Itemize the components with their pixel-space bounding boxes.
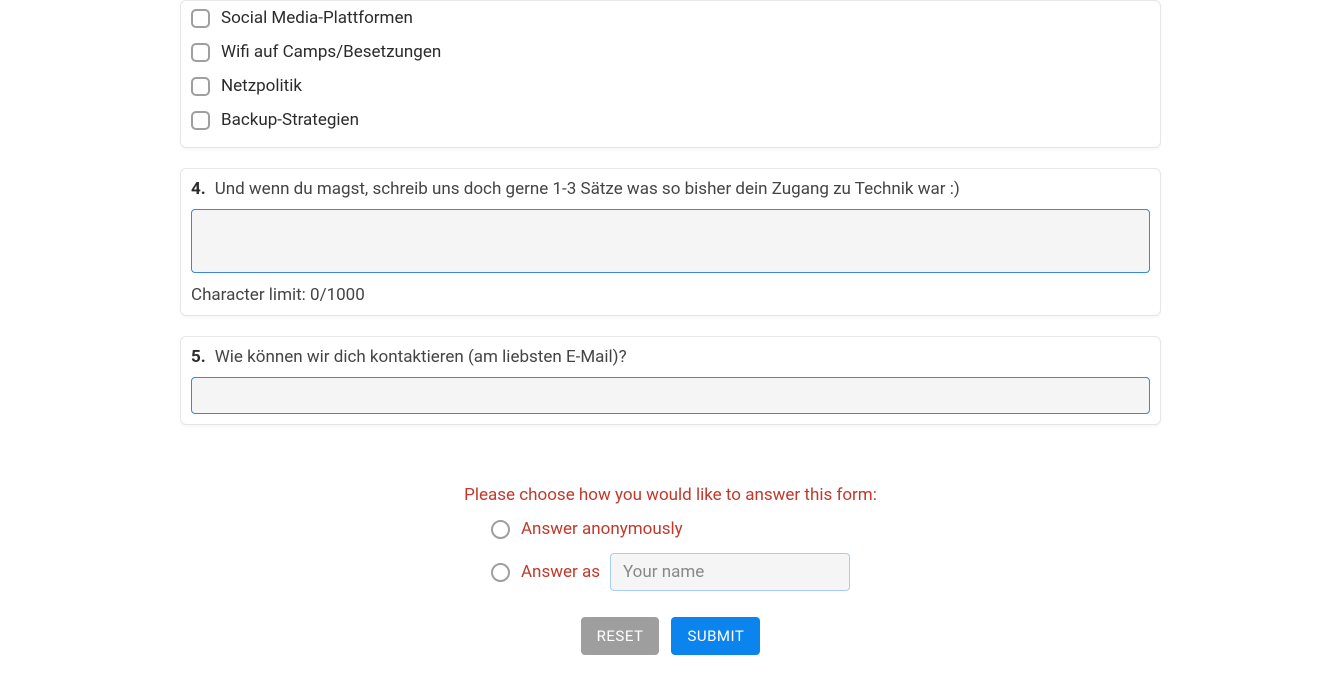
question-text: Wie können wir dich kontaktieren (am lie… — [215, 347, 627, 367]
checkbox-icon — [191, 9, 210, 28]
contact-input[interactable] — [191, 377, 1150, 414]
reset-button[interactable]: RESET — [581, 617, 660, 655]
checkbox-label: Social Media-Plattformen — [221, 8, 413, 28]
question-text: Und wenn du magst, schreib uns doch gern… — [215, 179, 960, 199]
character-limit-label: Character limit: 0/1000 — [191, 285, 1150, 305]
checkbox-list: Social Media-Plattformen Wifi auf Camps/… — [191, 1, 1150, 137]
radio-label: Answer anonymously — [521, 519, 683, 539]
button-row: RESET SUBMIT — [180, 617, 1161, 655]
answer-mode-section: Please choose how you would like to answ… — [180, 485, 1161, 655]
checkbox-option[interactable]: Backup-Strategien — [191, 103, 1150, 137]
checkbox-label: Wifi auf Camps/Besetzungen — [221, 42, 441, 62]
radio-option-named[interactable]: Answer as — [491, 553, 850, 591]
name-input[interactable] — [610, 553, 850, 591]
radio-label: Answer as — [521, 562, 600, 582]
answer-mode-prompt: Please choose how you would like to answ… — [180, 485, 1161, 505]
question-number: 5. — [191, 347, 206, 367]
question-4-card: 4. Und wenn du magst, schreib uns doch g… — [180, 168, 1161, 316]
checkbox-label: Backup-Strategien — [221, 110, 359, 130]
checkbox-option[interactable]: Wifi auf Camps/Besetzungen — [191, 35, 1150, 69]
submit-button[interactable]: SUBMIT — [671, 617, 760, 655]
checkbox-icon — [191, 43, 210, 62]
answer-textarea[interactable] — [191, 209, 1150, 273]
question-header: 4. Und wenn du magst, schreib uns doch g… — [191, 179, 1150, 199]
checkbox-option[interactable]: Netzpolitik — [191, 69, 1150, 103]
question-header: 5. Wie können wir dich kontaktieren (am … — [191, 347, 1150, 367]
checkbox-option[interactable]: Social Media-Plattformen — [191, 1, 1150, 35]
checkbox-icon — [191, 77, 210, 96]
radio-icon — [491, 520, 510, 539]
question-number: 4. — [191, 179, 206, 199]
question-5-card: 5. Wie können wir dich kontaktieren (am … — [180, 336, 1161, 425]
radio-option-anonymous[interactable]: Answer anonymously — [491, 519, 850, 539]
checkbox-label: Netzpolitik — [221, 76, 302, 96]
radio-group: Answer anonymously Answer as — [491, 519, 850, 591]
question-3-card: Social Media-Plattformen Wifi auf Camps/… — [180, 0, 1161, 148]
checkbox-icon — [191, 111, 210, 130]
radio-icon — [491, 563, 510, 582]
